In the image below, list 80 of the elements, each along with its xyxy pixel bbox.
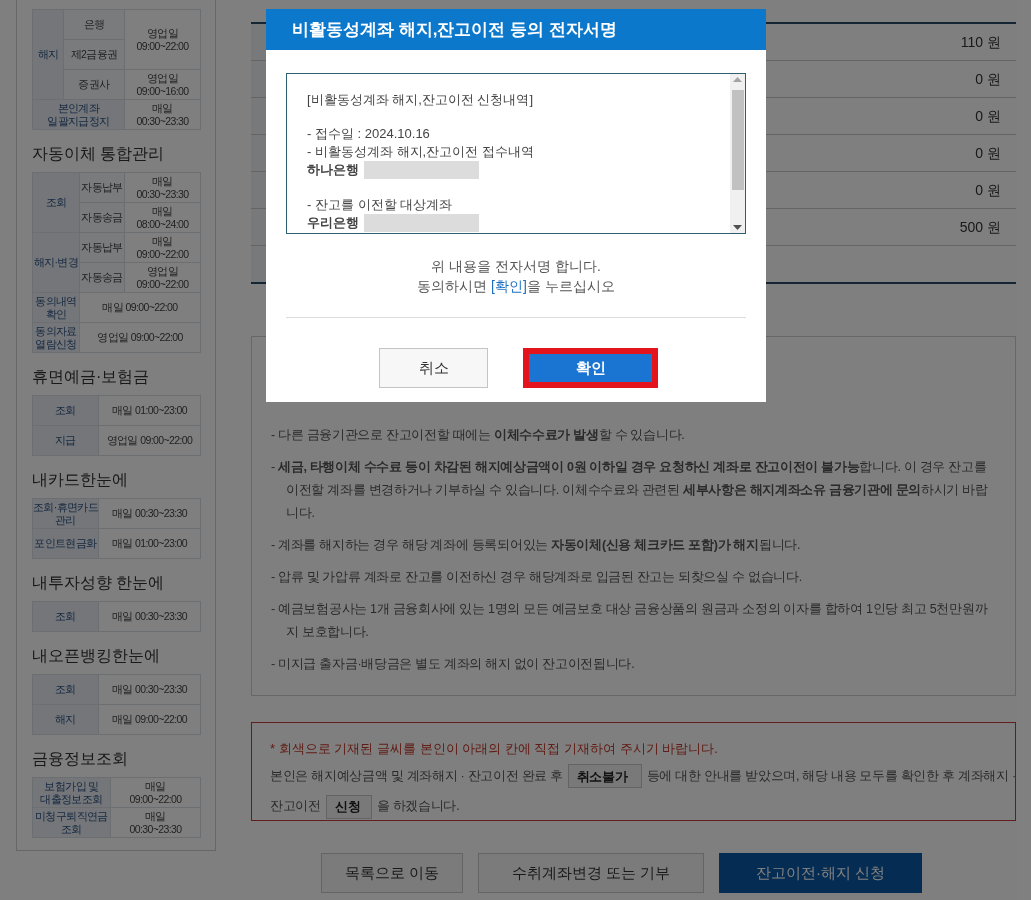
bank-name: 우리은행 — [307, 214, 359, 233]
header-cell: 지급 — [32, 425, 99, 456]
notice-item: - 미지급 출자금·배당금은 별도 계좌의 해지 없이 잔고이전됩니다. — [271, 656, 636, 673]
scroll-down-icon[interactable] — [733, 225, 742, 230]
notice-item: - 예금보험공사는 1개 금융회사에 있는 1명의 모든 예금보호 대상 금융상품의 원금과 소정의 이자를 합하여 1인당 최고 5천만원까지 보호합니다. — [271, 601, 989, 641]
table-cell: 매일 09:00~22:00 — [110, 777, 201, 808]
table-cell: 매일 01:00~23:00 — [98, 528, 201, 559]
table-cell: 제2금융권 — [63, 39, 125, 70]
amount-value: 110 원 — [960, 32, 1001, 52]
fill-in-field[interactable]: 신청 — [325, 794, 372, 819]
detail-line: - 접수일 : 2024.10.16 — [307, 124, 431, 143]
section-heading: 휴면예금·보험금 — [32, 367, 151, 387]
notice-item: - 다른 금융기관으로 잔고이전할 때에는 이체수수료가 발생할 수 있습니다. — [271, 427, 686, 444]
header-cell: 보험가입 및 대출정보조회 — [32, 777, 111, 808]
table-cell: 매일 09:00~22:00 — [124, 232, 201, 263]
header-cell: 조회 — [32, 674, 99, 705]
table-cell: 매일 00:30~23:30 — [98, 674, 201, 705]
table-cell: 영업일 09:00~22:00 — [79, 322, 201, 353]
amount-value: 0 원 — [975, 106, 1001, 126]
table-cell: 매일 01:00~23:00 — [98, 395, 201, 426]
table-cell: 자동납부 — [79, 172, 125, 203]
cancel-button[interactable]: 취소 — [379, 348, 488, 388]
table-cell: 영업일 09:00~22:00 — [124, 262, 201, 293]
section-heading: 금융정보조회 — [32, 749, 129, 769]
header-cell: 조회·휴면카드 관리 — [32, 498, 99, 529]
consent-text: 을 하겠습니다. — [376, 798, 460, 816]
header-cell: 해지·변경 — [32, 232, 80, 293]
amount-value: 500 원 — [959, 217, 1001, 237]
table-cell: 영업일 09:00~22:00 — [124, 9, 201, 70]
consent-text: 잔고이전 — [270, 798, 321, 816]
table-cell: 영업일 09:00~22:00 — [98, 425, 201, 456]
scroll-up-icon[interactable] — [733, 77, 742, 82]
sign-message: 위 내용을 전자서명 합니다. — [431, 257, 601, 276]
table-cell: 증권사 — [63, 69, 125, 100]
table-cell: 매일 09:00~22:00 — [98, 704, 201, 735]
table-cell: 매일 09:00~22:00 — [79, 292, 201, 323]
header-cell: 동의자료 열람신청 — [32, 322, 80, 353]
table-cell: 매일 08:00~24:00 — [124, 202, 201, 233]
scrollbar[interactable] — [730, 74, 745, 233]
header-cell: 조회 — [32, 172, 80, 233]
header-cell: 포인트현금화 — [32, 528, 99, 559]
notice-item: - 압류 및 가압류 계좌로 잔고를 이전하신 경우 해당계좌로 입금된 잔고는 되찾으실 수 없습니다. — [271, 569, 803, 586]
table-cell: 매일 00:30~23:30 — [110, 807, 201, 838]
instruction-text: * 회색으로 기재된 글씨를 본인이 아래의 칸에 직접 기재하여 주시기 바랍니다. — [270, 740, 719, 758]
table-cell: 매일 00:30~23:30 — [124, 172, 201, 203]
detail-line: - 비활동성계좌 해지,잔고이전 접수내역 — [307, 142, 535, 161]
detail-line: - 잔고를 이전할 대상계좌 — [307, 195, 454, 214]
table-cell: 영업일 09:00~16:00 — [124, 69, 201, 100]
header-cell: 조회 — [32, 395, 99, 426]
header-cell: 해지 — [32, 704, 99, 735]
bank-name: 하나은행 — [307, 161, 359, 180]
amount-value: 0 원 — [975, 143, 1001, 163]
header-cell: 동의내역 확인 — [32, 292, 80, 323]
action-button[interactable]: 잔고이전·해지 신청 — [719, 853, 922, 893]
fill-in-field[interactable]: 취소불가 — [567, 764, 642, 789]
detail-line: [비활동성계좌 해지,잔고이전 신청내역] — [307, 91, 535, 109]
table-cell: 매일 00:30~23:30 — [124, 99, 201, 130]
amount-value: 0 원 — [975, 69, 1001, 89]
header-cell: 본인계좌 일괄지급정지 — [32, 99, 125, 130]
action-button[interactable]: 목록으로 이동 — [321, 853, 463, 893]
section-heading: 내카드한눈에 — [32, 470, 129, 490]
amount-value: 0 원 — [975, 180, 1001, 200]
consent-text: 등에 대한 안내를 받았으며, 해당 내용 모두를 확인한 후 계좌해지 · — [646, 767, 1016, 785]
section-heading: 자동이체 통합관리 — [32, 144, 166, 164]
table-cell: 매일 00:30~23:30 — [98, 498, 201, 529]
header-cell: 조회 — [32, 601, 99, 632]
table-cell: 매일 00:30~23:30 — [98, 601, 201, 632]
section-heading: 내오픈뱅킹한눈에 — [32, 646, 161, 666]
header-cell: 해지 — [32, 9, 64, 100]
table-cell: 은행 — [63, 9, 125, 40]
confirm-prompt: 동의하시면 [확인]을 누르십시오 — [417, 277, 615, 296]
consent-text: 본인은 해지예상금액 및 계좌해지 · 잔고이전 완료 후 — [270, 767, 563, 785]
notice-item: - 세금, 타행이체 수수료 등이 차감된 해지예상금액이 0원 이하일 경우 요청하신 계좌로 잔고이전이 불가능합니다. 이 경우 잔고를 이전할 계좌를 변경하거나 기부하실 수 있습니다. 이체수수료와 관련된 세부사항은 해지계좌소유 금융기관에 문의하시기 바랍니다. — [271, 459, 989, 522]
confirm-button[interactable]: 확인 — [523, 348, 658, 388]
scroll-thumb[interactable] — [731, 90, 744, 190]
section-heading: 내투자성향 한눈에 — [32, 573, 166, 593]
dialog-title: 비활동성계좌 해지,잔고이전 등의 전자서명 — [292, 18, 617, 41]
header-cell: 미청구퇴직연금 조회 — [32, 807, 111, 838]
action-button[interactable]: 수취계좌변경 또는 기부 — [478, 853, 704, 893]
notice-item: - 계좌를 해지하는 경우 해당 계좌에 등록되어있는 자동이체(신용 체크카드 포함)가 해지됩니다. — [271, 537, 802, 554]
